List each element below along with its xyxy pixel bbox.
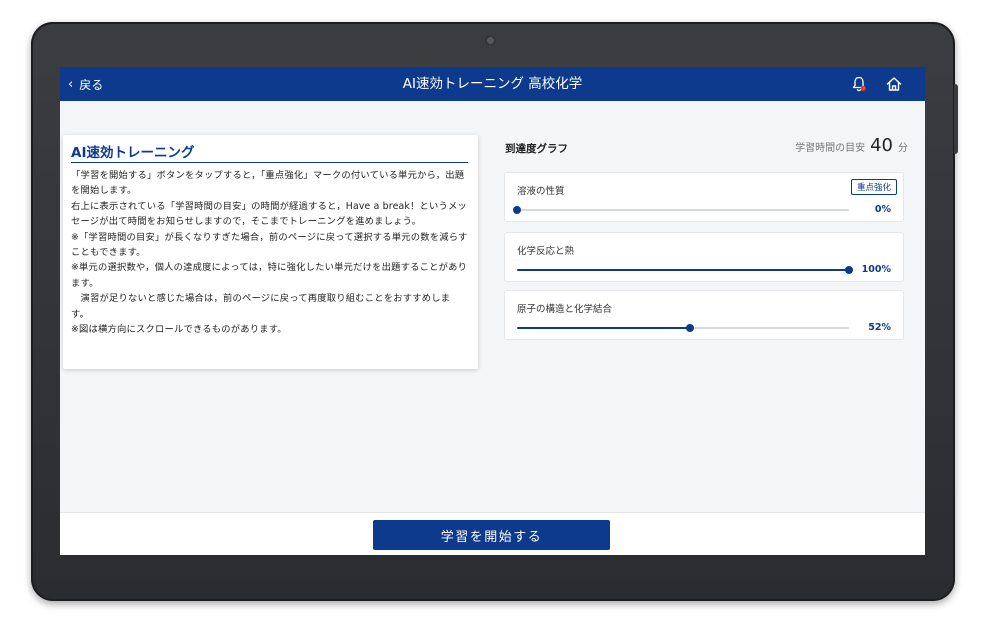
progress-percent: 100%: [861, 264, 891, 275]
progress-knob: [685, 324, 694, 332]
app-header: ‹ 戻る AI速効トレーニング 高校化学: [60, 67, 925, 101]
progress-percent: 52%: [868, 322, 891, 333]
camera-icon: [485, 35, 496, 46]
unit-name: 原子の構造と化学結合: [517, 304, 613, 315]
info-paragraph: 演習が足りないと感じた場合は，前のページに戻って再度取り組むことをおすすめします…: [71, 293, 451, 320]
info-paragraph: ※単元の選択数や，個人の達成度によっては，特に強化したい単元だけを出題することが…: [71, 262, 468, 289]
unit-card-solution[interactable]: 溶液の性質 重点強化 0%: [504, 172, 904, 222]
graph-title: 到達度グラフ: [505, 143, 568, 155]
target-label: 学習時間の目安: [795, 143, 866, 154]
footer-bar: 学習を開始する: [60, 512, 925, 555]
unit-name: 溶液の性質: [517, 186, 565, 197]
home-icon[interactable]: [885, 75, 903, 93]
progress-knob: [513, 206, 521, 214]
unit-name: 化学反応と熱: [517, 246, 575, 257]
progress-track: [513, 206, 849, 214]
progress-track: [517, 266, 853, 274]
info-paragraph: 右上に表示されている「学習時間の目安」の時間が経過すると，Have a brea…: [71, 200, 467, 228]
info-paragraph: 「学習を開始する」ボタンをタップすると，「重点強化」マークの付いている単元から，…: [71, 170, 465, 197]
info-paragraph: ※図は横方向にスクロールできるものがあります。: [71, 324, 287, 336]
progress-track: [517, 324, 849, 332]
progress-fill: [517, 327, 690, 329]
target-unit: 分: [898, 143, 908, 154]
priority-badge: 重点強化: [850, 179, 897, 195]
study-time-target: 学習時間の目安 40 分: [795, 135, 908, 156]
info-card: AI速効トレーニング 「学習を開始する」ボタンをタップすると，「重点強化」マーク…: [63, 135, 478, 369]
unit-card-reaction-heat[interactable]: 化学反応と熱 100%: [504, 232, 904, 282]
start-learning-button[interactable]: 学習を開始する: [373, 520, 610, 550]
device-side-button: [954, 84, 958, 154]
progress-knob: [845, 266, 853, 274]
info-title: AI速効トレーニング: [71, 141, 468, 163]
progress-percent: 0%: [874, 204, 891, 215]
info-paragraph: ※「学習時間の目安」が長くなりすぎた場合，前のページに戻って選択する単元の数を減…: [71, 231, 468, 259]
page-title: AI速効トレーニング 高校化学: [402, 76, 583, 92]
unit-card-atomic-structure[interactable]: 原子の構造と化学結合 52%: [504, 290, 904, 340]
bell-icon[interactable]: [850, 75, 868, 93]
app-screen: ‹ 戻る AI速効トレーニング 高校化学 AI速効トレーニング 「学習を開始する…: [60, 67, 925, 555]
progress-fill: [517, 269, 849, 271]
target-value: 40: [870, 135, 893, 156]
